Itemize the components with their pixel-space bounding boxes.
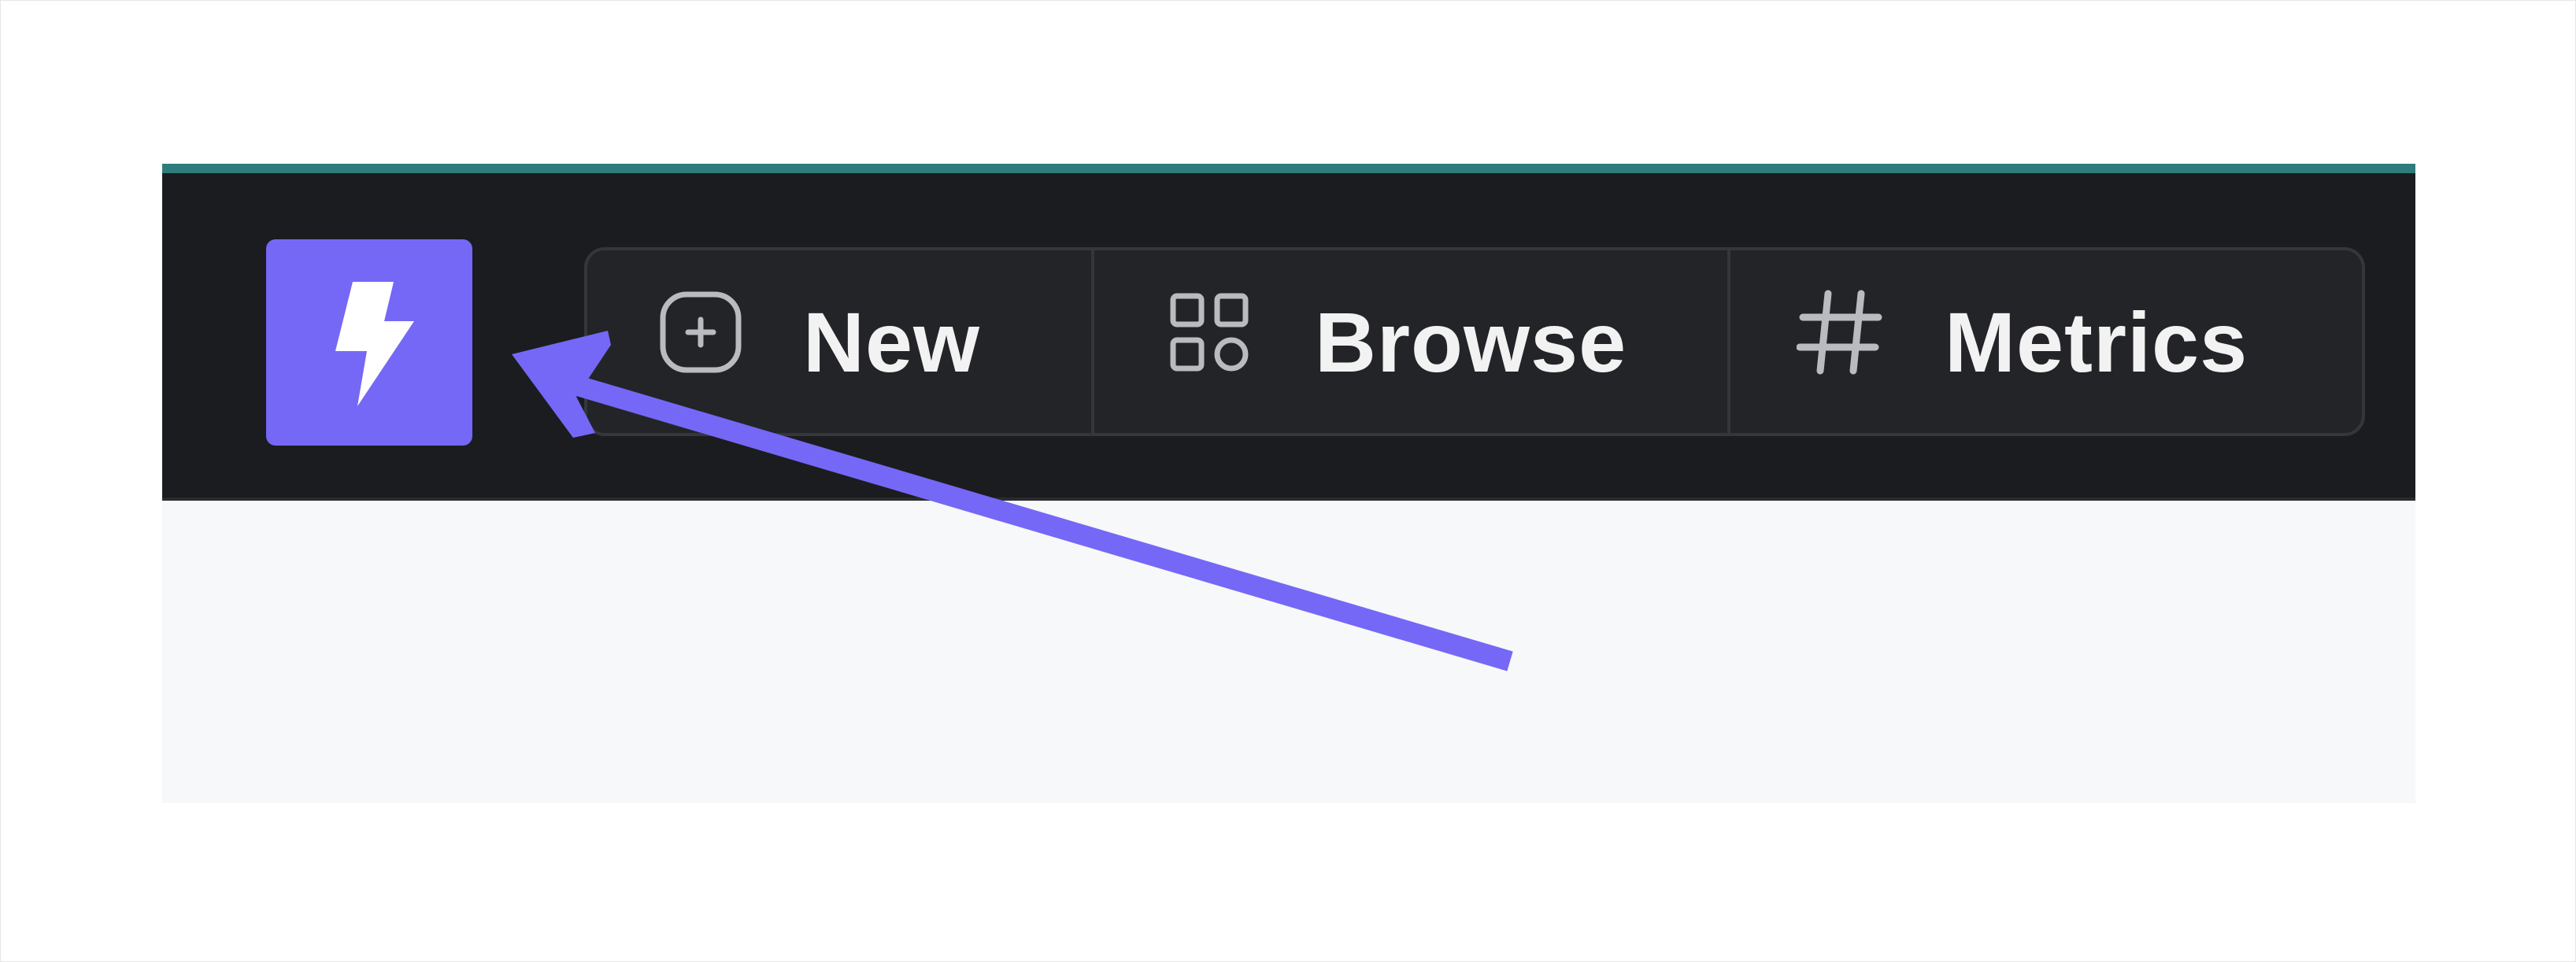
content-area	[162, 501, 2415, 803]
hash-icon	[1796, 289, 1883, 395]
browse-label: Browse	[1315, 294, 1627, 390]
new-button[interactable]: New	[587, 250, 1091, 433]
grid-icon	[1168, 291, 1250, 393]
browse-button[interactable]: Browse	[1091, 250, 1727, 433]
top-accent-line	[162, 164, 2415, 173]
nav-segmented-control: New Browse Metrics	[584, 247, 2365, 436]
metrics-button[interactable]: Metrics	[1727, 250, 2362, 433]
new-label: New	[803, 294, 981, 390]
lightning-bolt-icon	[335, 282, 414, 406]
app-window: New Browse Metrics	[162, 164, 2415, 803]
plus-square-icon	[657, 288, 745, 396]
metrics-label: Metrics	[1945, 294, 2248, 390]
app-logo-button[interactable]	[266, 239, 472, 446]
top-navbar: New Browse Metrics	[162, 173, 2415, 501]
